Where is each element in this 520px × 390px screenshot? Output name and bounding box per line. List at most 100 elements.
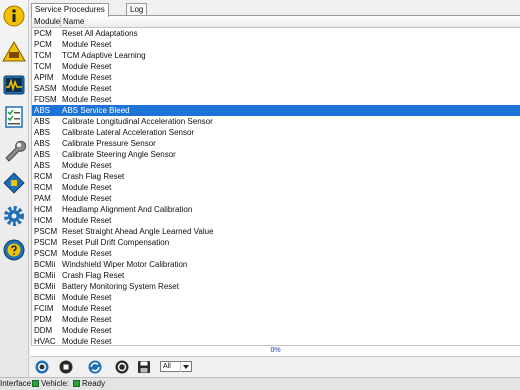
table-row[interactable]: PAM Module Reset	[32, 193, 520, 204]
table-row[interactable]: ABS Calibrate Steering Angle Sensor	[32, 149, 520, 160]
table-row[interactable]: FCIM Module Reset	[32, 303, 520, 314]
procedure-name-cell: Module Reset	[62, 249, 112, 258]
save-icon	[137, 361, 150, 373]
procedure-name-cell: Module Reset	[62, 40, 112, 49]
module-cell: ABS	[34, 139, 51, 148]
module-cell: TCM	[34, 62, 52, 71]
interface-label: Interface:	[0, 379, 34, 388]
module-cell: TCM	[34, 51, 52, 60]
procedure-name-cell: Calibrate Lateral Acceleration Sensor	[62, 128, 195, 137]
procedure-name-cell: Module Reset	[62, 304, 112, 313]
procedure-name-cell: Reset Pull Drift Compensation	[62, 238, 170, 247]
table-row[interactable]: HCM Headlamp Alignment And Calibration	[32, 204, 520, 215]
procedure-name-cell: Module Reset	[62, 62, 112, 71]
table-row[interactable]: BCMii Battery Monitoring System Reset	[32, 281, 520, 292]
procedure-name-cell: Module Reset	[62, 95, 112, 104]
table-row[interactable]: TCM Module Reset	[32, 61, 520, 72]
module-cell: ABS	[34, 117, 51, 126]
table-row[interactable]: APIM Module Reset	[32, 72, 520, 83]
modules-button[interactable]	[1, 170, 27, 196]
table-row[interactable]: TCM TCM Adaptive Learning	[32, 50, 520, 61]
filter-select[interactable]: All	[160, 361, 192, 372]
stop-button[interactable]	[57, 359, 74, 375]
status-bar: Interface: Vehicle: Ready	[0, 377, 520, 390]
table-header: Module Name	[32, 16, 520, 28]
progress-bar: 0%	[31, 345, 520, 357]
table-row[interactable]: HCM Module Reset	[32, 215, 520, 226]
chip-icon	[3, 172, 25, 194]
table-row[interactable]: DDM Module Reset	[32, 325, 520, 336]
table-row[interactable]: ABS ABS Service Bleed	[32, 105, 520, 116]
module-cell: DDM	[34, 326, 53, 335]
procedure-name-cell: Module Reset	[62, 183, 112, 192]
wrench-button[interactable]	[1, 137, 27, 163]
module-cell: PSCM	[34, 249, 58, 258]
stop-icon	[59, 360, 72, 374]
table-row[interactable]: PSCM Reset Straight Ahead Angle Learned V…	[32, 226, 520, 237]
run-button[interactable]	[33, 359, 50, 375]
table-row[interactable]: FDSM Module Reset	[32, 94, 520, 105]
checklist-button[interactable]	[1, 104, 27, 130]
module-cell: BCMii	[34, 260, 56, 269]
settings-button[interactable]	[1, 203, 27, 229]
table-row[interactable]: BCMii Module Reset	[32, 292, 520, 303]
table-row[interactable]: ABS Calibrate Pressure Sensor	[32, 138, 520, 149]
module-cell: BCMii	[34, 282, 56, 291]
record-button[interactable]	[113, 359, 130, 375]
table-row[interactable]: HVAC Module Reset	[32, 336, 520, 345]
help-button[interactable]	[1, 237, 27, 263]
column-header-module[interactable]: Module	[32, 16, 61, 27]
play-icon	[35, 360, 48, 374]
procedure-name-cell: Module Reset	[62, 337, 112, 345]
filter-select-value: All	[163, 363, 171, 370]
table-row[interactable]: BCMii Crash Flag Reset	[32, 270, 520, 281]
record-icon	[115, 360, 128, 374]
table-row[interactable]: PSCM Reset Pull Drift Compensation	[32, 237, 520, 248]
vehicle-label: Vehicle:	[41, 379, 70, 388]
service-procedures-table: Module Name PCM Reset All Adaptations PCM M…	[31, 15, 520, 345]
dtc-warning-icon	[2, 41, 26, 62]
column-header-name[interactable]: Name	[61, 16, 520, 27]
table-row[interactable]: SASM Module Reset	[32, 83, 520, 94]
table-row[interactable]: ABS Module Reset	[32, 160, 520, 171]
info-button[interactable]	[1, 3, 27, 29]
procedure-name-cell: Module Reset	[62, 216, 112, 225]
progress-text: 0%	[270, 347, 281, 354]
table-row[interactable]: RCM Crash Flag Reset	[32, 171, 520, 182]
table-row[interactable]: PCM Reset All Adaptations	[32, 28, 520, 39]
table-row[interactable]: RCM Module Reset	[32, 182, 520, 193]
tab-service-procedures[interactable]: Service Procedures	[31, 3, 109, 17]
oscilloscope-button[interactable]	[1, 72, 27, 98]
procedure-name-cell: Module Reset	[62, 84, 112, 93]
dtc-button[interactable]	[1, 39, 27, 65]
module-cell: BCMii	[34, 271, 56, 280]
chevron-down-icon[interactable]	[180, 362, 191, 372]
procedure-name-cell: Calibrate Pressure Sensor	[62, 139, 156, 148]
save-button[interactable]	[135, 359, 152, 375]
table-row[interactable]: PSCM Module Reset	[32, 248, 520, 259]
table-row[interactable]: PCM Module Reset	[32, 39, 520, 50]
module-cell: HVAC	[34, 337, 56, 345]
interface-status-led	[32, 380, 39, 387]
vehicle-status-led	[73, 380, 80, 387]
table-row[interactable]: ABS Calibrate Longitudinal Acceleration S…	[32, 116, 520, 127]
module-cell: HCM	[34, 216, 53, 225]
module-cell: PAM	[34, 194, 51, 203]
procedure-name-cell: Module Reset	[62, 293, 112, 302]
table-row[interactable]: BCMii Windshield Wiper Motor Calibration	[32, 259, 520, 270]
action-toolbar: All	[31, 358, 520, 376]
table-row[interactable]: PDM Module Reset	[32, 314, 520, 325]
procedure-name-cell: Battery Monitoring System Reset	[62, 282, 179, 291]
module-cell: PCM	[34, 40, 52, 49]
module-cell: ABS	[34, 161, 51, 170]
module-cell: FCIM	[34, 304, 54, 313]
procedure-name-cell: Windshield Wiper Motor Calibration	[62, 260, 188, 269]
module-cell: ABS	[34, 106, 51, 115]
checklist-icon	[5, 106, 23, 128]
table-row[interactable]: ABS Calibrate Lateral Acceleration Sensor	[32, 127, 520, 138]
refresh-button[interactable]	[86, 359, 103, 375]
module-cell: PCM	[34, 29, 52, 38]
module-cell: HCM	[34, 205, 53, 214]
procedure-name-cell: Calibrate Longitudinal Acceleration Sens…	[62, 117, 213, 126]
module-cell: PDM	[34, 315, 52, 324]
